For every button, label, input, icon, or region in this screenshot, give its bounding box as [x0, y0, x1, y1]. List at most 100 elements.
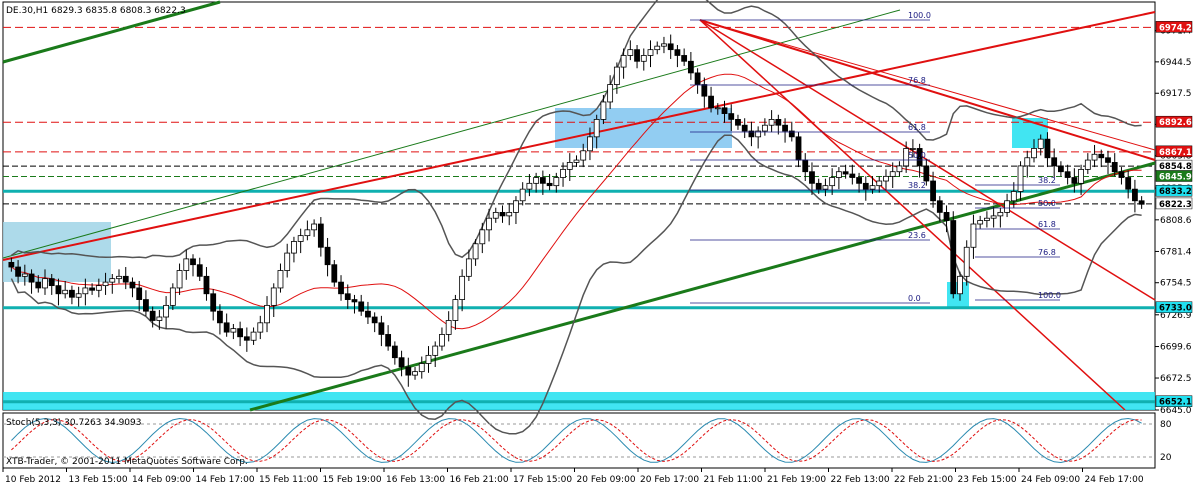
candle-body — [634, 49, 640, 62]
stoch-level-label: 80 — [1160, 420, 1172, 430]
candle-body — [546, 182, 553, 187]
candle-body — [129, 281, 136, 289]
candle-body — [338, 281, 344, 295]
candle-body — [304, 229, 311, 237]
candle-body — [412, 371, 418, 376]
candle-body — [1091, 153, 1098, 161]
candle-body — [217, 310, 223, 324]
main-plot-frame — [2, 1, 1156, 411]
fib-label: 23.6 — [908, 231, 926, 240]
candle-body — [735, 119, 741, 126]
candle-body — [439, 334, 445, 347]
candle-body — [1111, 162, 1118, 173]
candle-body — [69, 289, 75, 298]
candle-body — [1105, 157, 1111, 163]
level-price-label: 6892.6 — [1159, 118, 1192, 128]
candle-body — [324, 246, 331, 266]
candle-body — [257, 322, 264, 333]
x-tick-label: 22 Feb 13:00 — [831, 475, 890, 485]
candle-body — [768, 119, 775, 126]
candle-body — [708, 95, 714, 109]
candle-body — [963, 246, 970, 277]
x-tick-label: 15 Feb 11:00 — [259, 475, 318, 485]
highlight-zone — [555, 108, 732, 148]
candle-body — [21, 273, 28, 277]
x-tick-label: 10 Feb 2012 — [5, 475, 61, 485]
candle-body — [1064, 171, 1071, 178]
candle-body — [681, 55, 688, 62]
candle-body — [445, 320, 452, 335]
x-tick-label: 16 Feb 13:00 — [386, 475, 445, 485]
candle-body — [163, 304, 170, 318]
candle-body — [75, 293, 82, 298]
candle-body — [62, 289, 69, 295]
x-tick-label: 15 Feb 19:00 — [323, 475, 382, 485]
candle-body — [143, 299, 149, 312]
candle-body — [869, 185, 876, 190]
candle-body — [1037, 138, 1044, 149]
candle-body — [822, 185, 829, 190]
fib-label: 76.8 — [1038, 248, 1056, 257]
candle-body — [627, 49, 634, 56]
candle-body — [169, 287, 176, 306]
candle-body — [55, 285, 62, 295]
x-tick-label: 14 Feb 09:00 — [132, 475, 191, 485]
candle-body — [95, 285, 102, 291]
candle-body — [1078, 168, 1084, 184]
candle-body — [223, 322, 230, 333]
candle-body — [291, 241, 297, 254]
symbol-header: DE.30,H1 6829.3 6835.8 6808.3 6822.3 — [6, 6, 186, 16]
fib-label: 100.0 — [1038, 291, 1061, 300]
indicator-header: Stoch(5,3,3) 30.7263 34.9093 — [6, 418, 141, 428]
candle-body — [432, 345, 439, 356]
x-tick-label: 24 Feb 09:00 — [1021, 475, 1080, 485]
candle-body — [809, 171, 815, 184]
level-price-label: 6867.1 — [1159, 148, 1192, 158]
candle-body — [802, 159, 809, 173]
candle-body — [243, 336, 250, 341]
candle-body — [1004, 200, 1010, 213]
fib-label: 100.0 — [908, 11, 931, 20]
candle-body — [1125, 177, 1132, 190]
x-tick-label: 20 Feb 17:00 — [640, 475, 699, 485]
candle-body — [8, 261, 15, 268]
candle-body — [721, 107, 728, 114]
x-tick-label: 22 Feb 21:00 — [894, 475, 953, 485]
candle-body — [109, 278, 116, 283]
fib-label: 61.8 — [1038, 220, 1056, 229]
candle-body — [775, 119, 782, 126]
fib-label: 61.8 — [908, 123, 926, 132]
fib-label: 76.8 — [908, 76, 926, 85]
level-price-label: 6974.2 — [1159, 23, 1192, 33]
copyright-text: XTB-Trader, © 2001-2011 MetaQuotes Softw… — [6, 457, 248, 467]
candle-body — [687, 60, 694, 74]
fib-label: 50.0 — [908, 151, 926, 160]
candle-body — [674, 49, 681, 56]
fib-label: 0.0 — [908, 294, 921, 303]
fib-label: 38.2 — [908, 181, 926, 190]
candle-body — [465, 258, 472, 277]
candle-body — [492, 211, 499, 219]
x-tick-label: 17 Feb 15:00 — [513, 475, 572, 485]
candle-body — [1118, 171, 1125, 178]
candle-body — [42, 278, 48, 289]
candle-body — [600, 101, 607, 120]
candle-body — [1071, 177, 1078, 184]
x-tick-label: 23 Feb 15:00 — [958, 475, 1017, 485]
candle-body — [943, 211, 950, 221]
candle-body — [136, 287, 143, 300]
candle-body — [35, 281, 42, 289]
candle-body — [479, 229, 486, 245]
candle-body — [815, 182, 822, 190]
candle-body — [1044, 138, 1051, 159]
candle-body — [580, 150, 587, 161]
candle-body — [620, 55, 627, 68]
candle-body — [385, 334, 392, 347]
candle-body — [1138, 200, 1145, 205]
level-price-label: 6652.1 — [1159, 398, 1192, 408]
candle-body — [526, 182, 533, 190]
candle-body — [203, 275, 210, 295]
candle-body — [970, 223, 977, 248]
candle-body — [593, 119, 600, 138]
candle-body — [317, 223, 324, 248]
